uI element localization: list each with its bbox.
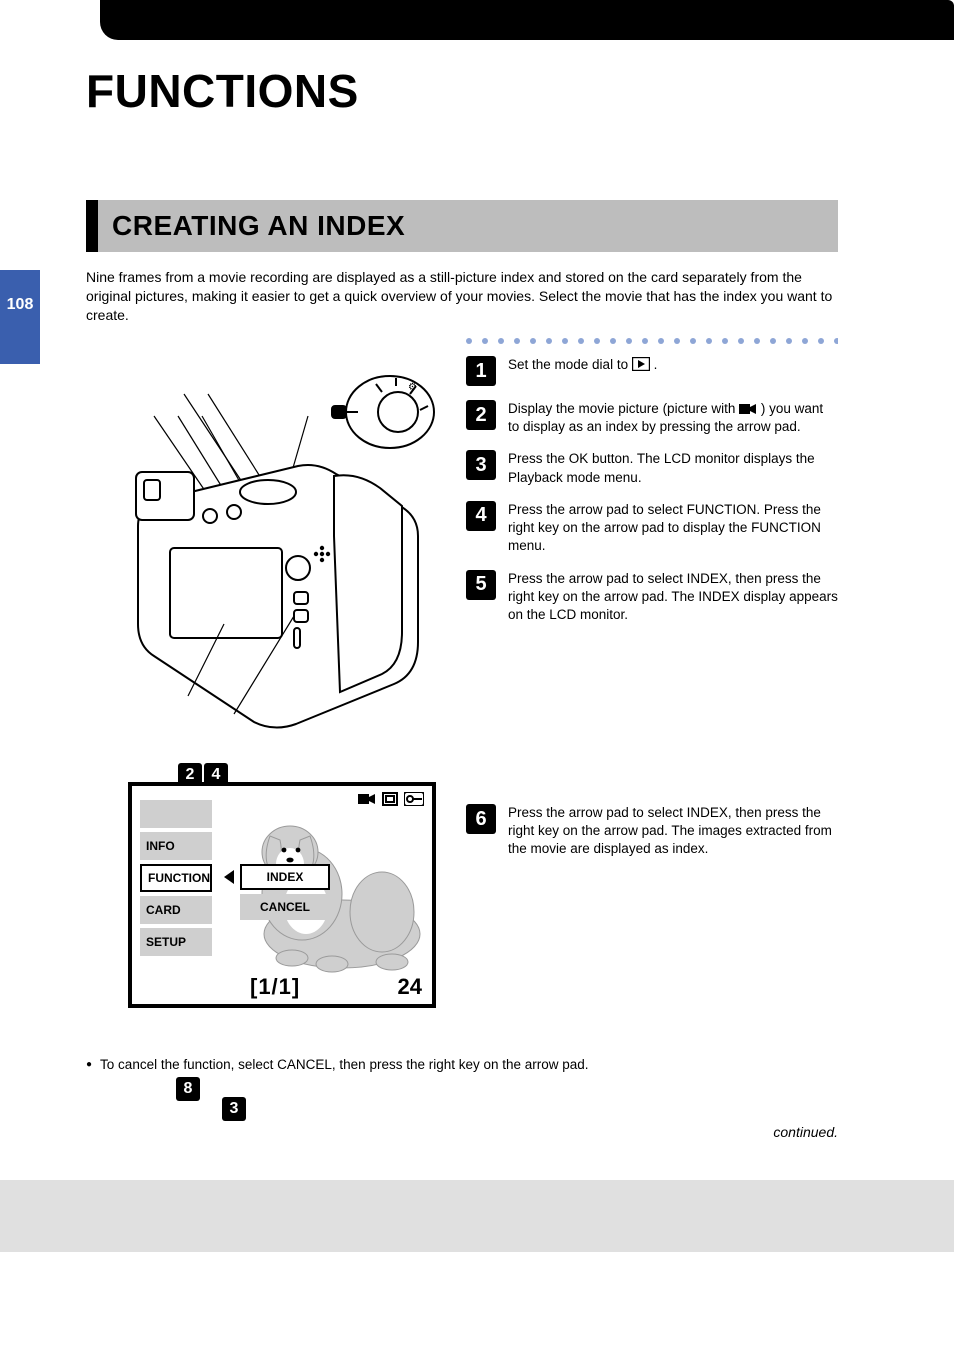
step-badge-4: 4: [466, 501, 496, 531]
step-text: Press the arrow pad to select INDEX, the…: [508, 804, 838, 859]
callout-3: 3: [222, 1097, 246, 1121]
playback-icon: [632, 357, 650, 371]
dotted-divider: [466, 338, 838, 344]
step-text: Set the mode dial to: [508, 357, 632, 372]
step-row: 6 Press the arrow pad to select INDEX, t…: [466, 804, 838, 859]
step-badge-2: 2: [466, 400, 496, 430]
lcd-submenu: INDEX CANCEL: [240, 864, 330, 920]
side-thumb-tab: [0, 270, 40, 364]
lcd-remaining: 24: [398, 974, 422, 1000]
step-row: 4 Press the arrow pad to select FUNCTION…: [466, 501, 838, 556]
step-badge-6: 6: [466, 804, 496, 834]
step-list-2: 6 Press the arrow pad to select INDEX, t…: [466, 804, 838, 873]
left-arrow-icon: [224, 870, 234, 884]
page-number: 108: [0, 296, 40, 314]
section-heading: CREATING AN INDEX: [112, 210, 405, 242]
step-badge-3: 3: [466, 450, 496, 480]
step-text: Press the arrow pad to select FUNCTION. …: [508, 501, 838, 556]
step-badge-1: 1: [466, 356, 496, 386]
step-text: Display the movie picture (picture with: [508, 401, 739, 416]
svg-text:⚙: ⚙: [408, 382, 417, 393]
note-block: To cancel the function, select CANCEL, t…: [86, 1050, 838, 1075]
step-row: 2 Display the movie picture (picture wit…: [466, 400, 838, 436]
note-text: To cancel the function, select CANCEL, t…: [100, 1056, 589, 1075]
lcd-menu-item: CARD: [140, 896, 212, 924]
lcd-menu-item: INFO: [140, 832, 212, 860]
protect-icon: [404, 792, 424, 806]
movie-icon: [358, 792, 376, 806]
step-text: Press the arrow pad to select INDEX, the…: [508, 570, 838, 625]
step-row: 3 Press the OK button. The LCD monitor d…: [466, 450, 838, 486]
footer-band: [0, 1180, 954, 1252]
section-heading-bar: CREATING AN INDEX: [86, 200, 838, 252]
step-text: .: [654, 357, 658, 372]
step-badge-5: 5: [466, 570, 496, 600]
lcd-frame-counter: [1/1]: [250, 974, 300, 1000]
camera-svg: ⚙: [98, 356, 448, 746]
lcd-menu-item: SETUP: [140, 928, 212, 956]
lcd-menu-left: INFO FUNCTION CARD SETUP: [140, 800, 212, 956]
crop-icon: [382, 792, 398, 806]
lcd-submenu-item: CANCEL: [240, 894, 330, 920]
page-title: FUNCTIONS: [86, 64, 359, 118]
lcd-submenu-item-selected: INDEX: [240, 864, 330, 890]
step-list: 1 Set the mode dial to . 2 Display the m…: [466, 356, 838, 638]
step-text: Press the OK button. The LCD monitor dis…: [508, 450, 838, 486]
lcd-menu-item: [140, 800, 212, 828]
step-row: 5 Press the arrow pad to select INDEX, t…: [466, 570, 838, 625]
camera-illustration: ⚙: [98, 356, 448, 746]
step-row: 1 Set the mode dial to .: [466, 356, 838, 386]
intro-text: Nine frames from a movie recording are d…: [86, 268, 838, 325]
lcd-menu-item-selected: FUNCTION: [140, 864, 212, 892]
lcd-status-icons: [358, 792, 424, 806]
lcd-illustration: INFO FUNCTION CARD SETUP INDEX CANCEL [1…: [128, 782, 436, 1008]
continued-label: continued.: [773, 1124, 838, 1140]
callout-8: 8: [176, 1077, 200, 1101]
section-heading-accent: [86, 200, 98, 252]
top-black-tab: [100, 0, 954, 40]
movie-icon: [739, 403, 757, 415]
